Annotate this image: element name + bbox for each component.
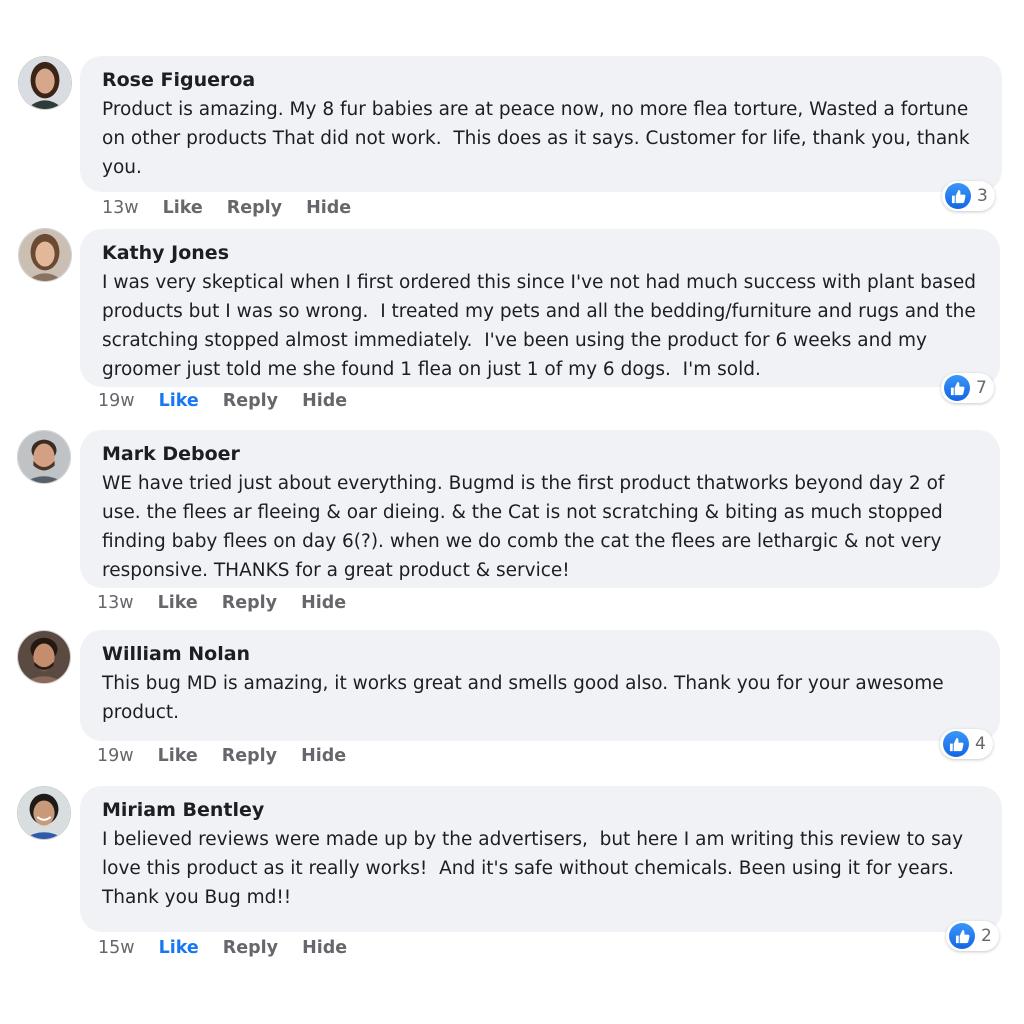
reply-button[interactable]: Reply <box>222 593 277 613</box>
comment-actions: 19w Like Reply Hide <box>97 746 346 766</box>
reply-button[interactable]: Reply <box>222 746 277 766</box>
comment-bubble: Miriam Bentley I believed reviews were m… <box>80 786 1002 932</box>
hide-button[interactable]: Hide <box>301 593 346 613</box>
avatar[interactable] <box>17 630 71 684</box>
like-button[interactable]: Like <box>163 198 203 218</box>
comment-bubble: Kathy Jones I was very skeptical when I … <box>80 229 1000 387</box>
comment-author[interactable]: Kathy Jones <box>102 241 982 265</box>
comment-actions: 13w Like Reply Hide <box>102 198 351 218</box>
hide-button[interactable]: Hide <box>301 746 346 766</box>
reply-button[interactable]: Reply <box>223 391 278 411</box>
comment-text: Product is amazing. My 8 fur babies are … <box>102 99 976 178</box>
like-button[interactable]: Like <box>159 938 199 958</box>
reaction-count[interactable]: 3 <box>942 181 995 211</box>
comment-bubble: William Nolan This bug MD is amazing, it… <box>80 630 1000 741</box>
reaction-count[interactable]: 4 <box>940 729 993 759</box>
avatar[interactable] <box>18 56 72 110</box>
comment-author[interactable]: William Nolan <box>102 642 982 666</box>
timestamp[interactable]: 15w <box>98 938 135 958</box>
thumbs-up-icon <box>944 375 970 401</box>
comment-text: I was very skeptical when I first ordere… <box>102 272 982 380</box>
like-button[interactable]: Like <box>158 593 198 613</box>
hide-button[interactable]: Hide <box>302 938 347 958</box>
reaction-count-value: 3 <box>977 186 988 206</box>
reaction-count-value: 2 <box>981 926 992 946</box>
thumbs-up-icon <box>945 183 971 209</box>
thumbs-up-icon <box>949 923 975 949</box>
comment-author[interactable]: Miriam Bentley <box>102 798 984 822</box>
comment-author[interactable]: Mark Deboer <box>102 442 982 466</box>
comment-bubble: Rose Figueroa Product is amazing. My 8 f… <box>80 56 1002 192</box>
reaction-count-value: 7 <box>976 378 987 398</box>
reaction-count[interactable]: 2 <box>946 921 999 951</box>
timestamp[interactable]: 19w <box>97 746 134 766</box>
reaction-count[interactable]: 7 <box>941 373 994 403</box>
timestamp[interactable]: 13w <box>97 593 134 613</box>
reaction-count-value: 4 <box>975 734 986 754</box>
comment-text: WE have tried just about everything. Bug… <box>102 473 951 581</box>
hide-button[interactable]: Hide <box>302 391 347 411</box>
timestamp[interactable]: 13w <box>102 198 139 218</box>
comment-author[interactable]: Rose Figueroa <box>102 68 984 92</box>
like-button[interactable]: Like <box>159 391 199 411</box>
comment-actions: 15w Like Reply Hide <box>98 938 347 958</box>
like-button[interactable]: Like <box>158 746 198 766</box>
avatar[interactable] <box>17 430 71 484</box>
hide-button[interactable]: Hide <box>306 198 351 218</box>
thumbs-up-icon <box>943 731 969 757</box>
comment-text: I believed reviews were made up by the a… <box>102 829 969 908</box>
comment-actions: 19w Like Reply Hide <box>98 391 347 411</box>
comment-actions: 13w Like Reply Hide <box>97 593 346 613</box>
timestamp[interactable]: 19w <box>98 391 135 411</box>
avatar[interactable] <box>18 228 72 282</box>
comment-text: This bug MD is amazing, it works great a… <box>102 673 950 723</box>
avatar[interactable] <box>17 786 71 840</box>
reply-button[interactable]: Reply <box>227 198 282 218</box>
comment-bubble: Mark Deboer WE have tried just about eve… <box>80 430 1000 588</box>
reply-button[interactable]: Reply <box>223 938 278 958</box>
